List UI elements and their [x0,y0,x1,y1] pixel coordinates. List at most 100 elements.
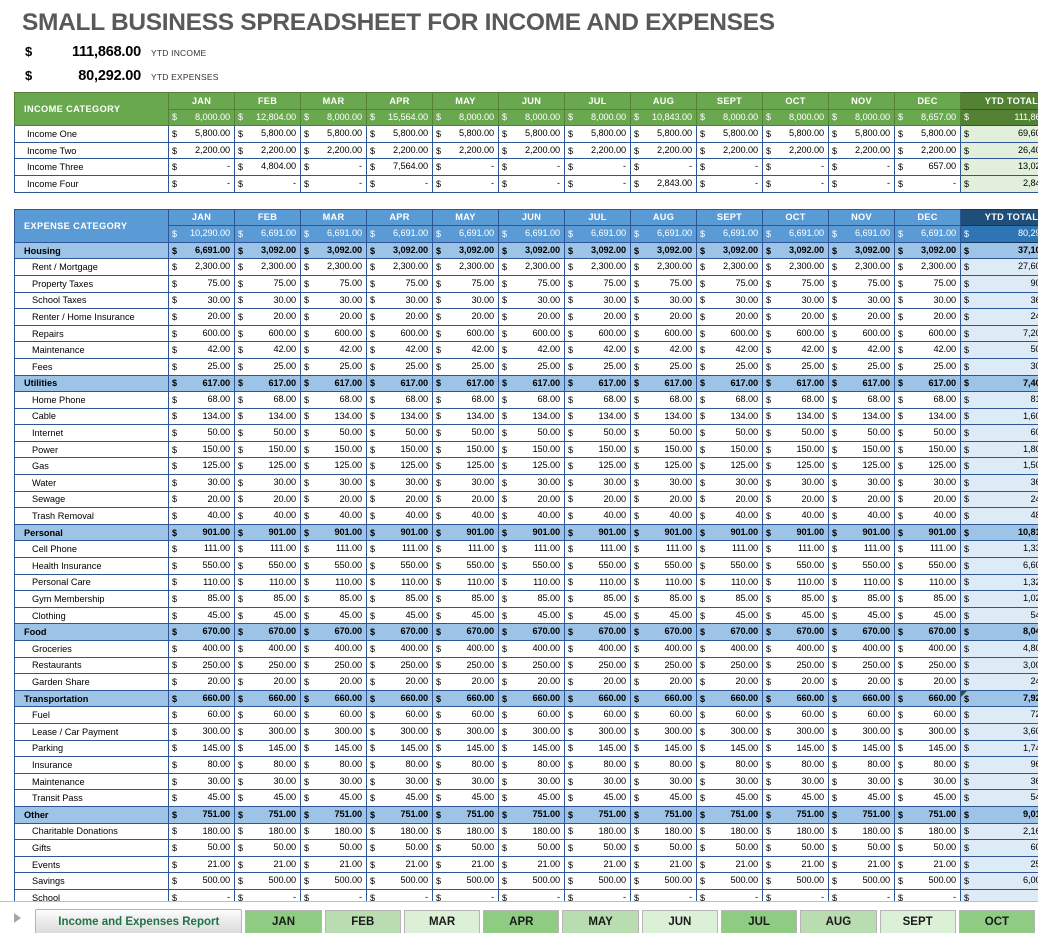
expense-month-cell[interactable]: $660.00 [432,689,499,708]
expense-month-cell[interactable]: $901.00 [762,523,829,542]
expense-row-ytd[interactable]: $27,600.00 [960,258,1038,276]
expense-month-cell[interactable]: $45.00 [828,606,895,625]
expense-row-label[interactable]: Gym Membership [14,590,169,608]
income-month-cell[interactable]: $ - [498,174,565,193]
expense-month-cell[interactable]: $21.00 [498,855,565,874]
expense-row-label[interactable]: Housing [14,241,169,260]
expense-month-cell[interactable]: $617.00 [564,374,631,393]
income-month-cell[interactable]: $ - [300,174,367,193]
income-month-cell[interactable]: $ - [894,174,961,193]
income-month-total[interactable]: $15,564.00 [366,108,433,127]
expense-month-cell[interactable]: $550.00 [432,557,499,575]
expense-month-cell[interactable]: $25.00 [762,357,829,376]
expense-month-cell[interactable]: $75.00 [630,274,697,293]
expense-month-cell[interactable]: $30.00 [168,291,235,310]
expense-row-label[interactable]: Personal Care [14,573,169,592]
expense-month-cell[interactable]: $30.00 [432,291,499,310]
expense-month-cell[interactable]: $500.00 [366,872,433,890]
expense-month-cell[interactable]: $50.00 [630,839,697,857]
expense-row-label[interactable]: Food [14,623,169,641]
expense-row-label[interactable]: Transportation [14,689,169,708]
expense-month-cell[interactable]: $20.00 [366,490,433,509]
income-row-label[interactable]: Income Three [14,158,169,176]
expense-month-cell[interactable]: $45.00 [432,789,499,807]
expense-month-cell[interactable]: $80.00 [498,756,565,774]
expense-month-cell[interactable]: $180.00 [696,822,763,841]
expense-row-ytd[interactable]: $37,104.00 [960,241,1038,260]
income-row-label[interactable]: Income Four [14,174,169,193]
expense-month-cell[interactable]: $134.00 [762,407,829,426]
expense-month-cell[interactable]: $85.00 [432,590,499,608]
expense-month-cell[interactable]: $180.00 [168,822,235,841]
expense-month-cell[interactable]: $751.00 [894,805,961,824]
expense-month-cell[interactable]: $110.00 [366,573,433,592]
income-row-ytd[interactable]: $13,025.00 [960,158,1038,176]
expense-month-cell[interactable]: $25.00 [564,357,631,376]
expense-month-total[interactable]: $6,691.00 [696,225,763,243]
expense-month-cell[interactable]: $20.00 [828,308,895,326]
expense-month-cell[interactable]: $550.00 [828,557,895,575]
expense-month-cell[interactable]: $901.00 [630,523,697,542]
income-month-cell[interactable]: $2,200.00 [432,141,499,160]
expense-month-cell[interactable]: $42.00 [498,341,565,359]
income-month-cell[interactable]: $5,800.00 [696,125,763,143]
expense-row-label[interactable]: Power [14,440,169,459]
expense-month-cell[interactable]: $180.00 [300,822,367,841]
expense-month-cell[interactable]: $550.00 [762,557,829,575]
income-month-cell[interactable]: $2,200.00 [696,141,763,160]
expense-month-cell[interactable]: $111.00 [564,540,631,559]
expense-row-label[interactable]: Repairs [14,324,169,343]
expense-month-cell[interactable]: $751.00 [366,805,433,824]
expense-month-cell[interactable]: $134.00 [498,407,565,426]
expense-month-cell[interactable]: $50.00 [498,839,565,857]
expense-month-cell[interactable]: $2,300.00 [300,258,367,276]
expense-month-cell[interactable]: $3,092.00 [300,241,367,260]
expense-month-cell[interactable]: $45.00 [366,789,433,807]
expense-month-cell[interactable]: $400.00 [630,640,697,658]
expense-month-cell[interactable]: $125.00 [300,457,367,476]
expense-month-cell[interactable]: $30.00 [630,474,697,492]
income-month-cell[interactable]: $ - [828,158,895,176]
expense-row-label[interactable]: Health Insurance [14,557,169,575]
expense-month-cell[interactable]: $600.00 [432,324,499,343]
expense-month-cell[interactable]: $45.00 [168,606,235,625]
income-month-total[interactable]: $8,000.00 [564,108,631,127]
expense-month-cell[interactable]: $30.00 [498,772,565,791]
expense-month-cell[interactable]: $50.00 [300,424,367,442]
expense-month-cell[interactable]: $617.00 [234,374,301,393]
expense-month-cell[interactable]: $20.00 [432,490,499,509]
expense-month-cell[interactable]: $60.00 [696,706,763,724]
income-month-total[interactable]: $8,000.00 [432,108,499,127]
expense-month-cell[interactable]: $751.00 [630,805,697,824]
expense-month-cell[interactable]: $250.00 [696,656,763,675]
expense-month-cell[interactable]: $125.00 [234,457,301,476]
expense-month-cell[interactable]: $110.00 [564,573,631,592]
expense-month-cell[interactable]: $300.00 [762,722,829,741]
expense-month-cell[interactable]: $75.00 [366,274,433,293]
expense-row-ytd[interactable]: $10,812.00 [960,523,1038,542]
income-month-cell[interactable]: $5,800.00 [762,125,829,143]
expense-month-cell[interactable]: $75.00 [564,274,631,293]
expense-row-label[interactable]: Lease / Car Payment [14,722,169,741]
expense-month-total[interactable]: $6,691.00 [300,225,367,243]
expense-month-total[interactable]: $6,691.00 [894,225,961,243]
income-month-total[interactable]: $12,804.00 [234,108,301,127]
expense-month-cell[interactable]: $30.00 [762,291,829,310]
expense-month-cell[interactable]: $751.00 [498,805,565,824]
expense-month-cell[interactable]: $45.00 [894,789,961,807]
expense-month-cell[interactable]: $50.00 [234,839,301,857]
expense-month-cell[interactable]: $40.00 [828,507,895,525]
expense-month-cell[interactable]: $50.00 [366,839,433,857]
expense-month-cell[interactable]: $45.00 [762,606,829,625]
expense-month-cell[interactable]: $500.00 [234,872,301,890]
expense-row-ytd[interactable]: $720.00 [960,706,1038,724]
expense-month-cell[interactable]: $500.00 [498,872,565,890]
expense-month-cell[interactable]: $45.00 [366,606,433,625]
expense-month-cell[interactable]: $110.00 [630,573,697,592]
expense-month-cell[interactable]: $145.00 [234,739,301,758]
expense-row-ytd[interactable]: $9,012.00 [960,805,1038,824]
expense-month-cell[interactable]: $550.00 [168,557,235,575]
expense-month-cell[interactable]: $40.00 [168,507,235,525]
expense-month-cell[interactable]: $75.00 [828,274,895,293]
expense-month-cell[interactable]: $2,300.00 [168,258,235,276]
